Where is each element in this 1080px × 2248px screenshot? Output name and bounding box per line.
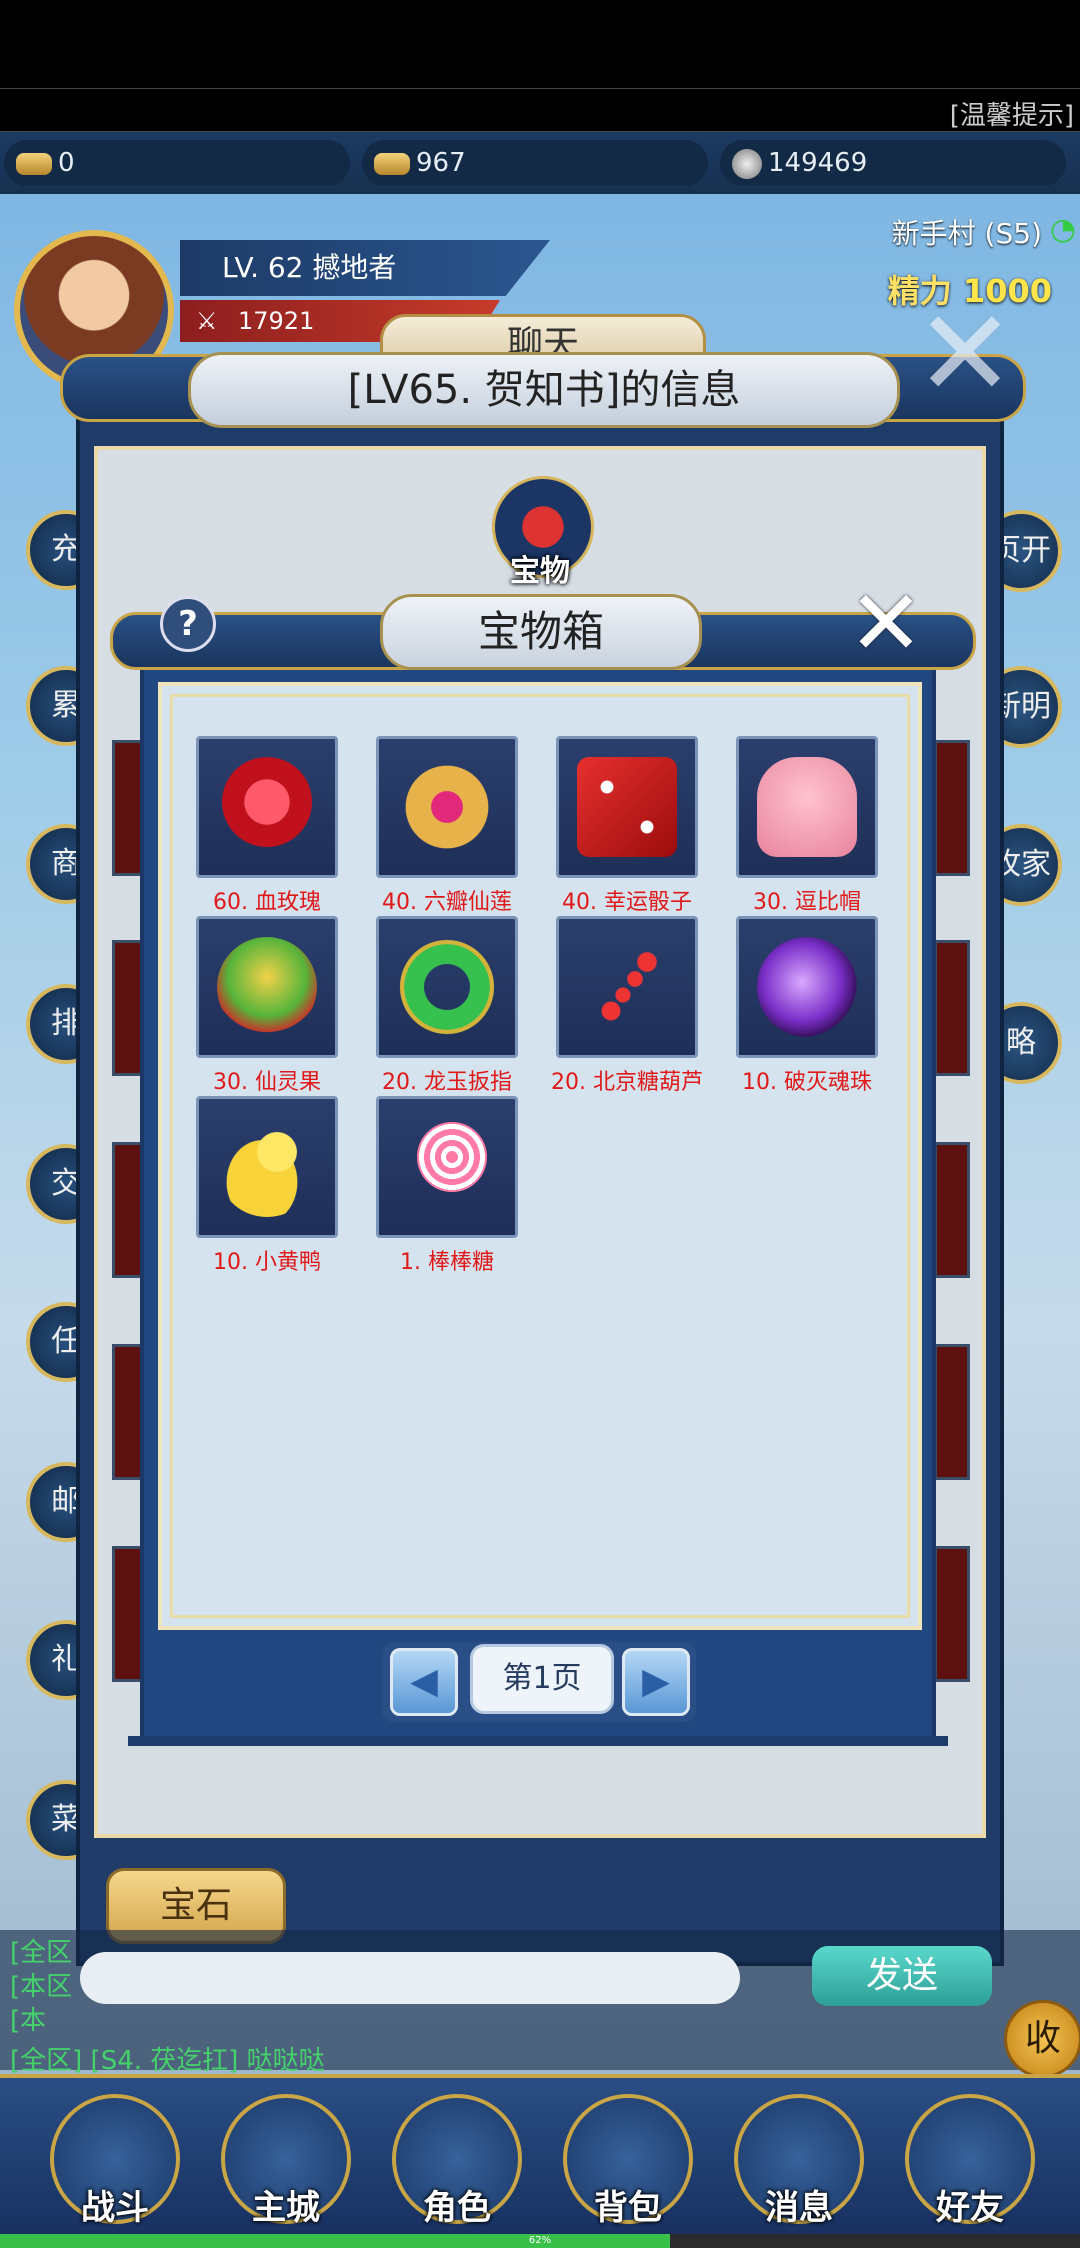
next-page-button[interactable]: ▶ <box>622 1648 690 1716</box>
equip-slot <box>934 940 970 1076</box>
tip-bar: [温馨提示] <box>0 88 1080 132</box>
item-slot[interactable] <box>736 916 878 1058</box>
cat-hat-icon <box>757 757 857 857</box>
item-slot[interactable] <box>196 736 338 878</box>
chat-line: [本 <box>10 2006 47 2036</box>
treasure-item[interactable]: 20. 北京糖葫芦 <box>547 916 707 1096</box>
bound-ingot-value: 967 <box>416 148 466 178</box>
item-slot[interactable] <box>376 736 518 878</box>
item-label: 40. 幸运骰子 <box>562 890 692 915</box>
chat-line: [全区] [S4. 茯迄扛] 哒哒哒 <box>10 2046 325 2076</box>
help-button[interactable]: ? <box>160 596 216 652</box>
lotus-icon <box>397 757 497 857</box>
treasure-item[interactable]: 30. 逗比帽 <box>727 736 887 916</box>
item-slot[interactable] <box>376 1096 518 1238</box>
chat-line: [全区 <box>10 1938 73 1968</box>
silver-coin-icon <box>732 148 762 179</box>
nav-character-label: 角色 <box>423 2188 491 2228</box>
item-label: 1. 棒棒糖 <box>400 1250 494 1275</box>
item-label: 30. 逗比帽 <box>753 890 861 915</box>
equip-slot <box>934 1344 970 1480</box>
nav-city-label: 主城 <box>252 2188 320 2228</box>
item-label: 30. 仙灵果 <box>213 1070 321 1095</box>
gold-ingot-value: 0 <box>58 148 75 178</box>
item-label: 20. 龙玉扳指 <box>382 1070 512 1095</box>
silver-counter: 149469 <box>720 140 1066 186</box>
treasure-item[interactable]: 1. 棒棒糖 <box>367 1096 527 1276</box>
bound-ingot-counter: 967 <box>362 140 708 186</box>
item-slot[interactable] <box>556 736 698 878</box>
server-name: 新手村 (S5) <box>891 217 1042 250</box>
chat-line: [本区 <box>10 1972 73 2002</box>
loading-progress-label: 62% <box>528 2235 552 2246</box>
candied-haws-icon <box>577 937 677 1037</box>
gold-ingot-icon <box>16 152 52 175</box>
item-slot[interactable] <box>376 916 518 1058</box>
treasure-item[interactable]: 40. 幸运骰子 <box>547 736 707 916</box>
info-dialog-title: [LV65. 贺知书]的信息 <box>188 352 900 428</box>
treasure-item[interactable]: 10. 破灭魂珠 <box>727 916 887 1096</box>
equip-slot <box>934 740 970 876</box>
info-close-icon[interactable]: ✕ <box>910 295 1020 415</box>
treasure-badge-label: 宝物 <box>510 554 570 589</box>
currency-bar: 0 967 149469 <box>0 132 1080 194</box>
treasure-item[interactable]: 20. 龙玉扳指 <box>367 916 527 1096</box>
prev-page-button[interactable]: ◀ <box>390 1648 458 1716</box>
bound-ingot-icon <box>374 152 410 175</box>
item-slot[interactable] <box>196 916 338 1058</box>
treasure-box-title: 宝物箱 <box>380 594 702 670</box>
item-slot[interactable] <box>736 736 878 878</box>
equip-slot <box>934 1142 970 1278</box>
soul-orb-icon <box>757 937 857 1037</box>
nav-bag-label: 背包 <box>594 2188 662 2228</box>
gold-ingot-counter: 0 <box>4 140 350 186</box>
treasure-item[interactable]: 60. 血玫瑰 <box>187 736 347 916</box>
player-level-title: LV. 62 撼地者 <box>180 240 550 296</box>
item-slot[interactable] <box>196 1096 338 1238</box>
treasure-item[interactable]: 10. 小黄鸭 <box>187 1096 347 1276</box>
page-indicator: 第1页 <box>470 1644 614 1714</box>
nav-message-label: 消息 <box>765 2188 833 2228</box>
close-icon[interactable]: ✕ <box>846 579 926 669</box>
send-button[interactable]: 发送 <box>812 1946 992 2006</box>
fruit-icon <box>217 937 317 1037</box>
warm-tip-link[interactable]: [温馨提示] <box>950 95 1074 132</box>
wifi-icon: ◔ <box>1049 212 1076 247</box>
treasure-item[interactable]: 30. 仙灵果 <box>187 916 347 1096</box>
item-slot[interactable] <box>556 916 698 1058</box>
sword-icon: ⚔ <box>196 307 218 335</box>
dice-icon <box>577 757 677 857</box>
equip-slot <box>934 1546 970 1682</box>
nav-battle-label: 战斗 <box>81 2188 149 2228</box>
arrow-right-icon: ▶ <box>642 1661 670 1702</box>
item-label: 20. 北京糖葫芦 <box>551 1070 703 1095</box>
lollipop-icon <box>417 1122 487 1192</box>
arrow-left-icon: ◀ <box>410 1661 438 1702</box>
treasure-item[interactable]: 40. 六瓣仙莲 <box>367 736 527 916</box>
rose-icon <box>217 757 317 857</box>
duck-icon <box>217 1117 317 1217</box>
silver-value: 149469 <box>768 148 868 178</box>
nav-friends-label: 好友 <box>936 2188 1004 2228</box>
collapse-chat-button[interactable]: 收 <box>1004 2000 1080 2078</box>
item-label: 10. 小黄鸭 <box>213 1250 321 1275</box>
item-label: 60. 血玫瑰 <box>213 890 321 915</box>
item-label: 10. 破灭魂珠 <box>742 1070 872 1095</box>
chat-input[interactable] <box>80 1952 740 2004</box>
item-label: 40. 六瓣仙莲 <box>382 890 512 915</box>
jade-ring-icon <box>397 937 497 1037</box>
treasure-box-base <box>128 1736 948 1746</box>
